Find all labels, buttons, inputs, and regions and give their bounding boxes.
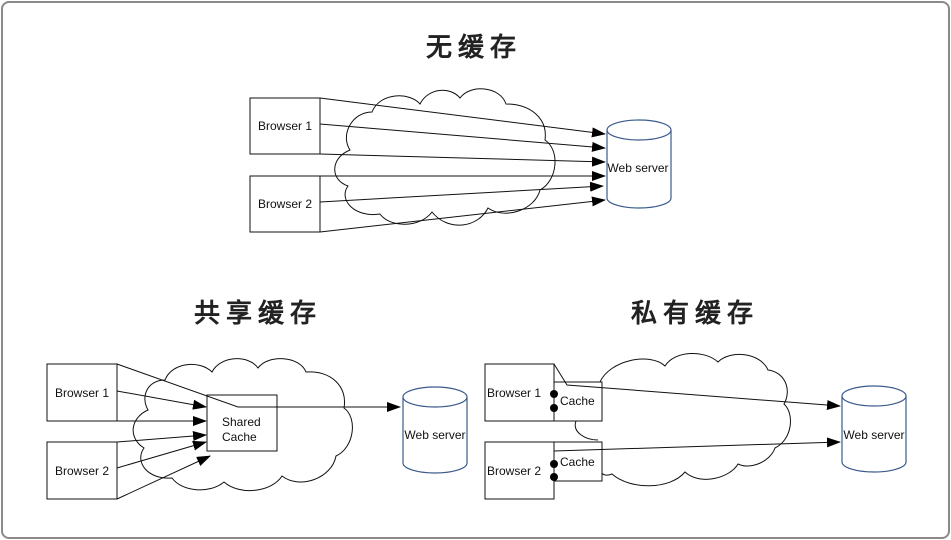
web-server-label: Web server [607,161,668,175]
connector-dot [550,460,558,468]
section-title: 共享缓存 [194,298,322,329]
connector-dot [550,404,558,412]
internet-cloud-icon [599,352,791,487]
connector-dot [550,473,558,481]
private-cache-1-label: Cache [560,394,595,408]
section-title: 无缓存 [426,32,522,63]
web-server-label: Web server [404,428,465,442]
shared-cache-label-line2: Cache [222,430,257,444]
private-cache-2-node: Cache [550,441,603,482]
section-title: 私有缓存 [631,298,759,329]
browser-1-node: Browser 1 [249,97,321,155]
web-server-node: Web server [402,386,468,474]
browser-1-node: Browser 1 [46,363,118,422]
section-no-cache: 无缓存 Browser 1 Browser 2 Web server [249,32,672,233]
browser-2-node: Browser 2 [46,441,118,500]
private-cache-2-label: Cache [560,455,595,469]
caching-diagram: 无缓存 Browser 1 Browser 2 Web server 共享缓存 [46,32,907,500]
web-server-label: Web server [843,428,904,442]
web-server-node: Web server [841,385,907,473]
internet-cloud-icon [334,88,556,226]
shared-cache-label-line1: Shared [222,415,261,429]
browser-1-label: Browser 1 [258,119,312,133]
browser-2-label: Browser 2 [258,197,312,211]
browser-1-label: Browser 1 [487,386,541,400]
browser-1-label: Browser 1 [55,386,109,400]
section-private-cache: 私有缓存 Browser 1 Cache Browser 2 Cache Web… [484,298,907,500]
browser-2-label: Browser 2 [55,464,109,478]
browser-2-label: Browser 2 [487,464,541,478]
web-server-node: Web server [606,119,672,209]
browser-2-node: Browser 2 [249,175,321,233]
connector-dot [550,390,558,398]
browser-1-node: Browser 1 [484,363,555,422]
private-cache-1-node: Cache [550,381,603,422]
shared-cache-node: Shared Cache [206,394,278,452]
section-shared-cache: 共享缓存 Browser 1 Browser 2 Shared Cache We… [46,298,468,500]
browser-2-node: Browser 2 [484,441,555,500]
